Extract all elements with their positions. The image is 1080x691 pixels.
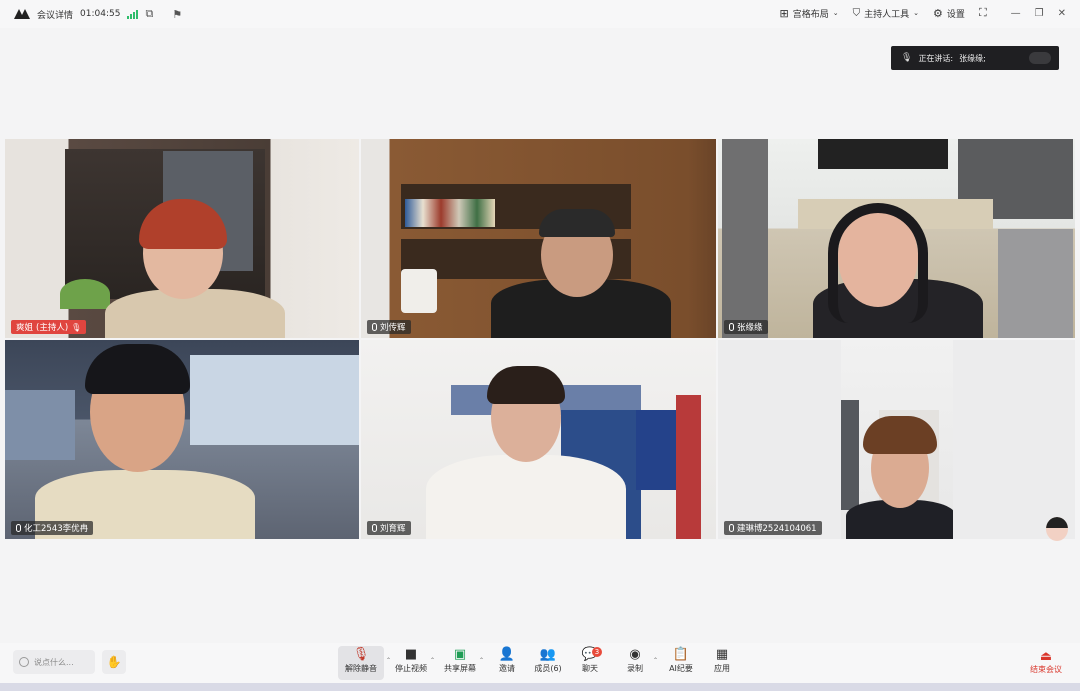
- invite-button[interactable]: 👤 邀请: [487, 646, 527, 674]
- settings-button[interactable]: ⚙ 设置: [933, 7, 965, 20]
- chevron-down-icon: ⌄: [913, 9, 920, 17]
- meeting-details-link[interactable]: 会议详情: [37, 8, 73, 21]
- share-screen-button[interactable]: ▣ 共享屏幕: [440, 646, 480, 674]
- host-tag: (主持人): [36, 323, 69, 333]
- mic-icon: [729, 524, 734, 532]
- host-tools-label: 主持人工具: [864, 9, 910, 20]
- pin-icon[interactable]: ⚑: [172, 8, 182, 21]
- share-screen-icon: ▣: [453, 647, 467, 662]
- mic-muted-icon: 🎙: [352, 647, 370, 662]
- participant-name: 张缘缘: [737, 323, 763, 333]
- ai-minutes-label: AI纪要: [669, 664, 693, 673]
- title-bar: 会议详情 01:04:55 ⧉ ⚑ ⊞ 宫格布局 ⌄ ⛉ 主持人工具 ⌄ ⚙ 设…: [0, 0, 1080, 28]
- participant-name: 化工2543李优冉: [24, 524, 89, 534]
- invite-label: 邀请: [499, 664, 515, 673]
- unmute-label: 解除静音: [345, 664, 377, 673]
- chevron-down-icon: ⌄: [832, 9, 839, 17]
- gear-icon: ⚙: [933, 6, 943, 20]
- video-tile-5[interactable]: 刘育辉: [361, 340, 716, 539]
- mic-icon: [729, 323, 734, 331]
- participant-nameplate: 刘传辉: [367, 320, 411, 334]
- chat-button[interactable]: 💬 聊天 3: [570, 646, 610, 674]
- mic-speaking-icon: 🎙: [901, 53, 913, 63]
- apps-button[interactable]: ▦ 应用: [702, 646, 742, 674]
- participant-name: 刘育辉: [380, 524, 406, 534]
- quick-chat-input[interactable]: 说点什么...: [13, 650, 95, 674]
- quick-chat-placeholder: 说点什么...: [34, 657, 74, 667]
- window-bottom-edge: [0, 683, 1080, 691]
- speaking-name: 张缘缘;: [959, 53, 986, 63]
- mic-icon: [372, 524, 377, 532]
- hand-icon: ✋: [106, 655, 122, 669]
- ai-minutes-button[interactable]: 📋 AI纪要: [661, 646, 701, 674]
- video-camera-icon: ■: [404, 647, 418, 662]
- participant-name: 爽姐: [16, 323, 34, 333]
- participant-name: 建琳博2524104061: [737, 524, 817, 534]
- participant-nameplate: 化工2543李优冉: [11, 521, 94, 535]
- members-icon: 👥: [539, 647, 557, 662]
- speaking-indicator: 🎙 正在讲话: 张缘缘;: [891, 46, 1059, 70]
- video-tile-2[interactable]: 刘传辉: [361, 139, 716, 338]
- mic-icon: [372, 323, 377, 331]
- app-logo-icon: [14, 9, 30, 19]
- video-tile-6[interactable]: 建琳博2524104061: [718, 340, 1075, 539]
- raise-hand-button[interactable]: ✋: [102, 650, 126, 674]
- ai-minutes-icon: 📋: [672, 647, 690, 662]
- exit-door-icon: ⏏: [1039, 649, 1053, 664]
- end-meeting-button[interactable]: ⏏ 结束会议: [1030, 649, 1062, 675]
- apps-icon: ▦: [715, 647, 729, 662]
- record-icon: ◉: [629, 647, 641, 662]
- share-options-chevron-icon[interactable]: ⌃: [479, 657, 484, 664]
- grid-layout-icon: ⊞: [779, 6, 789, 20]
- fullscreen-icon[interactable]: ⛶: [979, 6, 987, 20]
- mic-muted-icon: 🎙: [71, 322, 82, 332]
- restore-icon[interactable]: ❐: [1035, 8, 1044, 19]
- settings-label: 设置: [946, 9, 965, 20]
- video-tile-1[interactable]: 爽姐 (主持人) 🎙: [5, 139, 359, 338]
- portrait-video: [841, 340, 953, 539]
- chat-label: 聊天: [582, 664, 598, 673]
- video-tile-3-active-speaker[interactable]: 张缘缘: [718, 139, 1075, 338]
- members-button[interactable]: 👥 成员(6): [528, 646, 568, 674]
- end-meeting-label: 结束会议: [1030, 665, 1062, 674]
- members-label: 成员(6): [534, 664, 562, 673]
- minimize-icon[interactable]: —: [1011, 8, 1021, 19]
- speaking-label: 正在讲话:: [918, 53, 954, 63]
- participant-nameplate: 爽姐 (主持人) 🎙: [11, 320, 87, 334]
- chat-unread-badge: 3: [592, 647, 602, 657]
- layout-label: 宫格布局: [792, 9, 829, 20]
- apps-label: 应用: [714, 664, 730, 673]
- open-external-icon[interactable]: ⧉: [145, 7, 153, 21]
- participant-nameplate: 建琳博2524104061: [724, 521, 822, 535]
- video-options-chevron-icon[interactable]: ⌃: [430, 657, 435, 664]
- self-avatar[interactable]: [1046, 517, 1068, 541]
- speaking-avatars: [1029, 52, 1051, 64]
- video-tile-4[interactable]: 化工2543李优冉: [5, 340, 359, 539]
- participant-nameplate: 张缘缘: [724, 320, 768, 334]
- meeting-toolbar: 说点什么... ✋ 🎙 解除静音 ⌃ ■ 停止视频 ⌃ ▣ 共享屏幕 ⌃ 👤 邀…: [0, 643, 1080, 683]
- shield-icon: ⛉: [852, 7, 861, 19]
- emoji-icon[interactable]: [19, 657, 29, 667]
- layout-menu-button[interactable]: ⊞ 宫格布局 ⌄: [780, 7, 839, 20]
- participant-nameplate: 刘育辉: [367, 521, 411, 535]
- record-label: 录制: [627, 664, 643, 673]
- meeting-elapsed-time: 01:04:55: [80, 9, 121, 19]
- record-options-chevron-icon[interactable]: ⌃: [653, 657, 658, 664]
- close-icon[interactable]: ✕: [1058, 8, 1066, 19]
- unmute-button[interactable]: 🎙 解除静音: [338, 646, 384, 680]
- mic-icon: [16, 524, 21, 532]
- stop-video-button[interactable]: ■ 停止视频: [391, 646, 431, 674]
- stop-video-label: 停止视频: [395, 664, 427, 673]
- chat-icon: 💬: [581, 647, 599, 662]
- record-button[interactable]: ◉ 录制: [615, 646, 655, 674]
- host-tools-button[interactable]: ⛉ 主持人工具 ⌄: [853, 7, 919, 20]
- invite-icon: 👤: [498, 647, 516, 662]
- participant-name: 刘传辉: [380, 323, 406, 333]
- signal-strength-icon[interactable]: [127, 9, 139, 19]
- share-screen-label: 共享屏幕: [444, 664, 476, 673]
